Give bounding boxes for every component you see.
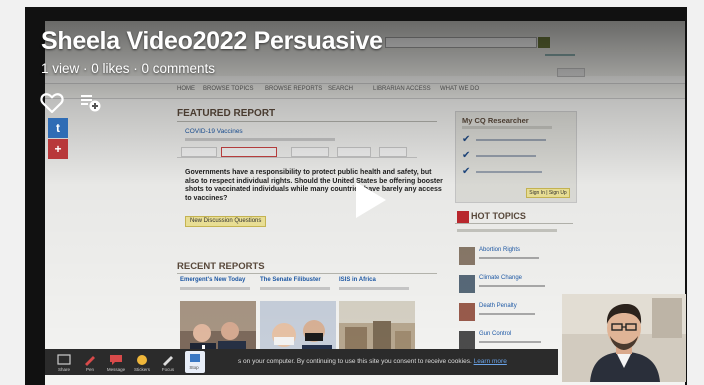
share-toolbar: Share Pen Message Stickers Focus Stop s …: [45, 349, 558, 375]
tab-button: [291, 147, 329, 157]
check-icon: ✔: [462, 134, 471, 145]
toolbar-label: Share: [57, 367, 70, 372]
hot-topic-summary: [479, 313, 535, 315]
recent-summary: [180, 287, 250, 290]
divider: [455, 223, 573, 224]
tab-button: [337, 147, 371, 157]
toolbar-label: Stickers: [133, 367, 150, 372]
site-nav: HOME BROWSE TOPICS BROWSE REPORTS SEARCH…: [45, 83, 685, 99]
recent-title: Emergent's New Today: [180, 277, 246, 283]
site-login-box: [557, 68, 585, 77]
hot-topic-thumb: [459, 275, 475, 293]
hot-topic-thumb: [459, 247, 475, 265]
play-icon[interactable]: [346, 178, 390, 222]
share-screen-icon: [57, 354, 71, 365]
sticker-icon: [137, 355, 147, 365]
hot-topic-thumb: [459, 331, 475, 349]
tab-strip: [177, 147, 417, 158]
google-plus-icon[interactable]: +: [48, 139, 68, 159]
toolbar-button-share: Share: [55, 353, 73, 372]
hot-topic-title: Abortion Rights: [479, 247, 521, 253]
toolbar-label: Message: [106, 367, 126, 372]
toolbar-label: Pen: [85, 367, 94, 372]
cookie-notice: s on your computer. By continuing to use…: [238, 358, 507, 365]
new-discussion-button: New Discussion Questions: [185, 216, 267, 227]
recent-title: ISIS in Africa: [339, 277, 376, 283]
check-icon: ✔: [462, 150, 471, 161]
featured-link: COVID-19 Vaccines: [185, 128, 243, 135]
recent-summary: [260, 287, 330, 290]
webcam-feed: [562, 294, 686, 382]
stop-icon: [190, 354, 200, 362]
focus-icon: [163, 356, 173, 366]
researcher-item: [476, 155, 536, 157]
nav-item: BROWSE TOPICS: [203, 86, 254, 92]
researcher-panel: My CQ Researcher ✔ ✔ ✔ Sign In | Sign Up: [455, 111, 577, 203]
cookie-text: s on your computer. By continuing to use…: [238, 358, 472, 365]
researcher-item: [476, 171, 542, 173]
tab-button: [181, 147, 217, 157]
check-icon: ✔: [462, 166, 471, 177]
hot-topics-heading: HOT TOPICS: [471, 211, 526, 221]
hot-topic-thumb: [459, 303, 475, 321]
hot-topic-summary: [479, 257, 539, 259]
tab-button-active: [221, 147, 277, 157]
hot-topics-icon: [457, 211, 469, 223]
toolbar-button-message: Message: [107, 353, 125, 372]
toolbar-button-stop: Stop: [185, 351, 205, 373]
recent-heading: RECENT REPORTS: [177, 261, 265, 272]
heart-icon[interactable]: [40, 92, 64, 114]
cookie-learn-more: Learn more: [473, 358, 507, 365]
researcher-item: [476, 139, 546, 141]
hot-topic-item: Climate Change: [459, 275, 575, 299]
toolbar-button-focus: Focus: [159, 353, 177, 372]
video-stats: 1 view · 0 likes · 0 comments: [41, 61, 216, 76]
twitter-icon[interactable]: t: [48, 118, 68, 138]
hot-topic-item: Death Penalty: [459, 303, 575, 327]
featured-heading: FEATURED REPORT: [177, 108, 276, 119]
question-text: Governments have a responsibility to pro…: [185, 169, 443, 202]
message-icon: [110, 355, 122, 365]
nav-item: HOME: [177, 86, 195, 92]
recent-summary: [339, 287, 409, 290]
divider: [177, 273, 437, 274]
nav-item: SEARCH: [328, 86, 354, 92]
signin-button: Sign In | Sign Up: [526, 188, 570, 198]
divider: [177, 121, 437, 122]
nav-item: LIBRARIAN ACCESS: [373, 86, 431, 92]
pen-icon: [85, 356, 95, 366]
toolbar-button-pen: Pen: [81, 353, 99, 372]
site-small-text: [545, 54, 575, 56]
hot-topic-title: Death Penalty: [479, 303, 517, 309]
hot-topic-summary: [479, 285, 545, 287]
site-search-button: [538, 37, 550, 48]
hot-topic-title: Gun Control: [479, 331, 512, 337]
site-search-box: [385, 37, 537, 48]
tab-button: [379, 147, 407, 157]
hot-topic-item: Abortion Rights: [459, 247, 575, 271]
hot-topic-title: Climate Change: [479, 275, 523, 281]
toolbar-button-stickers: Stickers: [133, 353, 151, 372]
add-to-queue-icon[interactable]: [80, 93, 102, 113]
researcher-heading: My CQ Researcher: [462, 116, 529, 125]
researcher-subtitle: [462, 126, 552, 129]
toolbar-label: Focus: [161, 367, 175, 372]
toolbar-label: Stop: [189, 365, 199, 370]
nav-item: BROWSE REPORTS: [265, 86, 323, 92]
hot-topic-summary: [479, 341, 541, 343]
nav-item: WHAT WE DO: [440, 86, 480, 92]
video-title[interactable]: Sheela Video2022 Persuasive: [41, 27, 383, 56]
hot-topics-intro: [457, 229, 557, 232]
recent-title: The Senate Filibuster: [260, 277, 321, 283]
featured-subtitle: [185, 138, 335, 141]
